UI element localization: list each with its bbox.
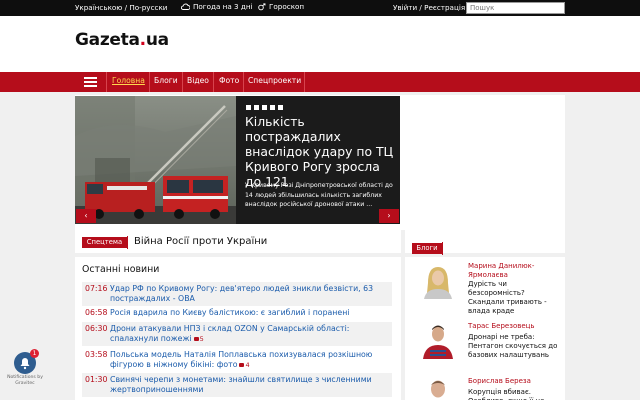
- slider-dot[interactable]: [262, 105, 267, 110]
- main-nav: Головна Блоги Відео Фото Спецпроекти: [0, 72, 640, 92]
- slider-dots[interactable]: [246, 105, 283, 110]
- hero-image[interactable]: [75, 96, 236, 224]
- search-input[interactable]: [466, 2, 565, 14]
- nav-divider: [304, 72, 305, 92]
- logo-main: Gazeta: [75, 30, 140, 50]
- slider-dot[interactable]: [246, 105, 251, 110]
- hero-lead: У Кривому Розі Дніпропетровської області…: [245, 182, 393, 209]
- news-time: 06:58: [85, 308, 108, 317]
- logo-tld: ua: [145, 30, 169, 50]
- nav-item-special[interactable]: Спецпроекти: [248, 76, 301, 85]
- blog-title[interactable]: Корупція вбиває. Особливо, якщо її не ка…: [468, 388, 560, 400]
- bell-icon[interactable]: 1: [14, 349, 39, 374]
- blog-author[interactable]: Марина Данилюк-Ярмолаєва: [468, 262, 560, 280]
- blog-author[interactable]: Тарас Березовець: [468, 322, 560, 331]
- horoscope-label: Гороскоп: [269, 2, 305, 11]
- weather-label: Погода на 3 дні: [193, 2, 253, 11]
- notification-badge: 1: [30, 349, 39, 358]
- blog-author[interactable]: Борислав Береза: [468, 377, 560, 386]
- news-title[interactable]: Польська модель Наталія Поплавська похиз…: [110, 350, 385, 370]
- top-bar: Українською / По-русски Погода на 3 дні …: [0, 0, 640, 16]
- special-topic-tag[interactable]: Спецтема: [82, 237, 127, 248]
- avatar[interactable]: [420, 261, 456, 299]
- hero-title[interactable]: Кількість постраждалих внаслідок удару п…: [245, 114, 395, 189]
- news-time: 03:58: [85, 350, 108, 359]
- slider-next-button[interactable]: ›: [379, 209, 399, 223]
- blog-title[interactable]: Дурість чи безсоромність? Скандали трива…: [468, 280, 560, 316]
- news-item[interactable]: 01:30 Свинячі черепи з монетами: знайшли …: [82, 373, 392, 397]
- nav-item-home[interactable]: Головна: [112, 76, 145, 85]
- slider-prev-button[interactable]: ‹: [76, 209, 96, 223]
- comment-count: 5: [199, 335, 204, 343]
- news-time: 01:30: [85, 375, 108, 384]
- nav-divider: [243, 72, 244, 92]
- site-logo[interactable]: Gazeta.ua: [75, 30, 169, 50]
- slider-dot[interactable]: [278, 105, 283, 110]
- news-item[interactable]: 06:58 Росія вдарила по Києву балістикою: …: [82, 306, 392, 320]
- nav-divider: [213, 72, 214, 92]
- zodiac-icon: [258, 2, 266, 10]
- section-divider: [75, 253, 565, 257]
- slider-dot[interactable]: [254, 105, 259, 110]
- news-title[interactable]: Удар РФ по Кривому Рогу: дев'ятеро людей…: [110, 284, 385, 304]
- login-link[interactable]: Увійти / Реєстрація: [393, 3, 465, 12]
- menu-icon[interactable]: [84, 77, 97, 87]
- blogs-tag[interactable]: Блоги: [412, 243, 442, 254]
- horoscope-link[interactable]: Гороскоп: [258, 2, 304, 11]
- site-header: Gazeta.ua: [0, 16, 640, 72]
- avatar[interactable]: [420, 321, 456, 359]
- column-divider: [401, 230, 405, 400]
- nav-divider: [182, 72, 183, 92]
- news-title[interactable]: Свинячі черепи з монетами: знайшли святи…: [110, 375, 385, 395]
- news-time: 06:30: [85, 324, 108, 333]
- news-item[interactable]: 07:16 Удар РФ по Кривому Рогу: дев'ятеро …: [82, 282, 392, 306]
- weather-link[interactable]: Погода на 3 дні: [181, 2, 253, 11]
- news-item[interactable]: 03:58 Польська модель Наталія Поплавська …: [82, 348, 392, 372]
- news-item[interactable]: 06:30 Дрони атакували НПЗ і склад OZON у …: [82, 322, 392, 346]
- nav-item-blogs[interactable]: Блоги: [154, 76, 178, 85]
- news-title[interactable]: Дрони атакували НПЗ і склад OZON у Самар…: [110, 324, 385, 344]
- nav-item-video[interactable]: Відео: [187, 76, 209, 85]
- nav-divider: [106, 72, 107, 92]
- news-time: 07:16: [85, 284, 108, 293]
- cloud-icon: [181, 3, 190, 10]
- avatar[interactable]: [420, 375, 456, 400]
- language-switch[interactable]: Українською / По-русски: [75, 3, 167, 12]
- latest-news-heading: Останні новини: [82, 264, 160, 275]
- slider-dot[interactable]: [270, 105, 275, 110]
- comment-count: 4: [245, 361, 250, 369]
- special-topic-title[interactable]: Війна Росії проти України: [134, 236, 267, 247]
- nav-item-photo[interactable]: Фото: [219, 76, 239, 85]
- notification-widget[interactable]: 1 Notifications by Gravitec: [5, 349, 45, 387]
- nav-divider: [149, 72, 150, 92]
- blogs-divider: [442, 242, 443, 255]
- photo-icon: [193, 337, 199, 341]
- notification-label: Notifications by Gravitec: [7, 375, 43, 386]
- special-divider: [127, 236, 128, 249]
- blog-title[interactable]: Дронарі не треба: Пентагон скочується до…: [468, 333, 560, 360]
- news-title-text[interactable]: Дрони атакували НПЗ і склад OZON у Самар…: [110, 324, 349, 343]
- photo-icon: [239, 363, 245, 367]
- news-title[interactable]: Росія вдарила по Києву балістикою: є заг…: [110, 308, 385, 318]
